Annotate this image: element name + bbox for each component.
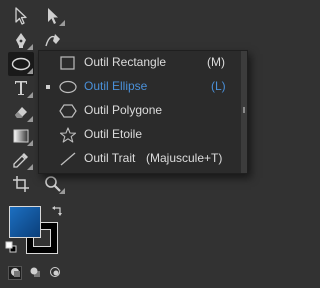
fill-swatch[interactable] [9, 206, 41, 238]
type-tool[interactable] [8, 76, 34, 100]
more-tools-indicator [59, 20, 65, 26]
curvature-tool-icon [44, 31, 62, 49]
draw-normal-icon [10, 264, 20, 282]
more-tools-indicator [59, 188, 65, 194]
more-tools-indicator [27, 92, 33, 98]
artboard-tool[interactable] [8, 172, 34, 196]
flyout-item-label: Outil Etoile [84, 127, 143, 141]
flyout-item-label: Outil Ellipse [84, 79, 148, 93]
flyout-item-shortcut: (Majuscule+T) [146, 151, 223, 165]
gradient-tool[interactable] [8, 124, 34, 148]
flyout-item-label: Outil Polygone [84, 103, 163, 117]
more-tools-indicator [27, 44, 33, 50]
flyout-item-label: Outil Trait [84, 151, 136, 165]
polygon-icon [59, 103, 77, 119]
flyout-item-shortcut: (L) [211, 79, 226, 93]
flyout-item-rectangle[interactable]: Outil Rectangle (M) [39, 51, 239, 75]
more-tools-indicator [27, 68, 33, 74]
selection-tool-icon [13, 7, 29, 25]
default-fill-stroke-icon[interactable] [5, 240, 17, 258]
flyout-tearoff-grip [243, 107, 245, 113]
selection-tool[interactable] [8, 4, 34, 28]
eyedropper-tool[interactable] [8, 148, 34, 172]
ellipse-tool[interactable] [8, 52, 34, 76]
draw-behind-icon [30, 264, 40, 282]
more-tools-indicator [27, 140, 33, 146]
flyout-item-star[interactable]: Outil Etoile [39, 123, 239, 147]
zoom-tool[interactable] [40, 172, 66, 196]
curvature-tool[interactable] [40, 28, 66, 52]
draw-inside-icon [50, 264, 60, 282]
flyout-item-ellipse[interactable]: Outil Ellipse (L) [39, 75, 239, 99]
flyout-item-line[interactable]: Outil Trait (Majuscule+T) [39, 147, 239, 171]
draw-normal-button[interactable] [8, 266, 22, 280]
more-tools-indicator [27, 164, 33, 170]
flyout-item-polygon[interactable]: Outil Polygone [39, 99, 239, 123]
current-tool-bullet [46, 85, 50, 89]
pen-tool[interactable] [8, 28, 34, 52]
draw-behind-button[interactable] [28, 266, 42, 280]
line-icon [59, 151, 77, 167]
star-icon [59, 127, 77, 143]
eraser-tool[interactable] [8, 100, 34, 124]
draw-inside-button[interactable] [48, 266, 62, 280]
swap-fill-stroke-icon[interactable] [52, 204, 64, 222]
artboard-tool-icon [12, 175, 30, 193]
direct-selection-tool[interactable] [40, 4, 66, 28]
shape-tools-flyout: Outil Rectangle (M) Outil Ellipse (L) Ou… [38, 50, 248, 174]
ellipse-icon [59, 79, 77, 95]
more-tools-indicator [27, 116, 33, 122]
flyout-item-shortcut: (M) [207, 55, 225, 69]
rectangle-icon [59, 55, 77, 71]
flyout-item-label: Outil Rectangle [84, 55, 167, 69]
